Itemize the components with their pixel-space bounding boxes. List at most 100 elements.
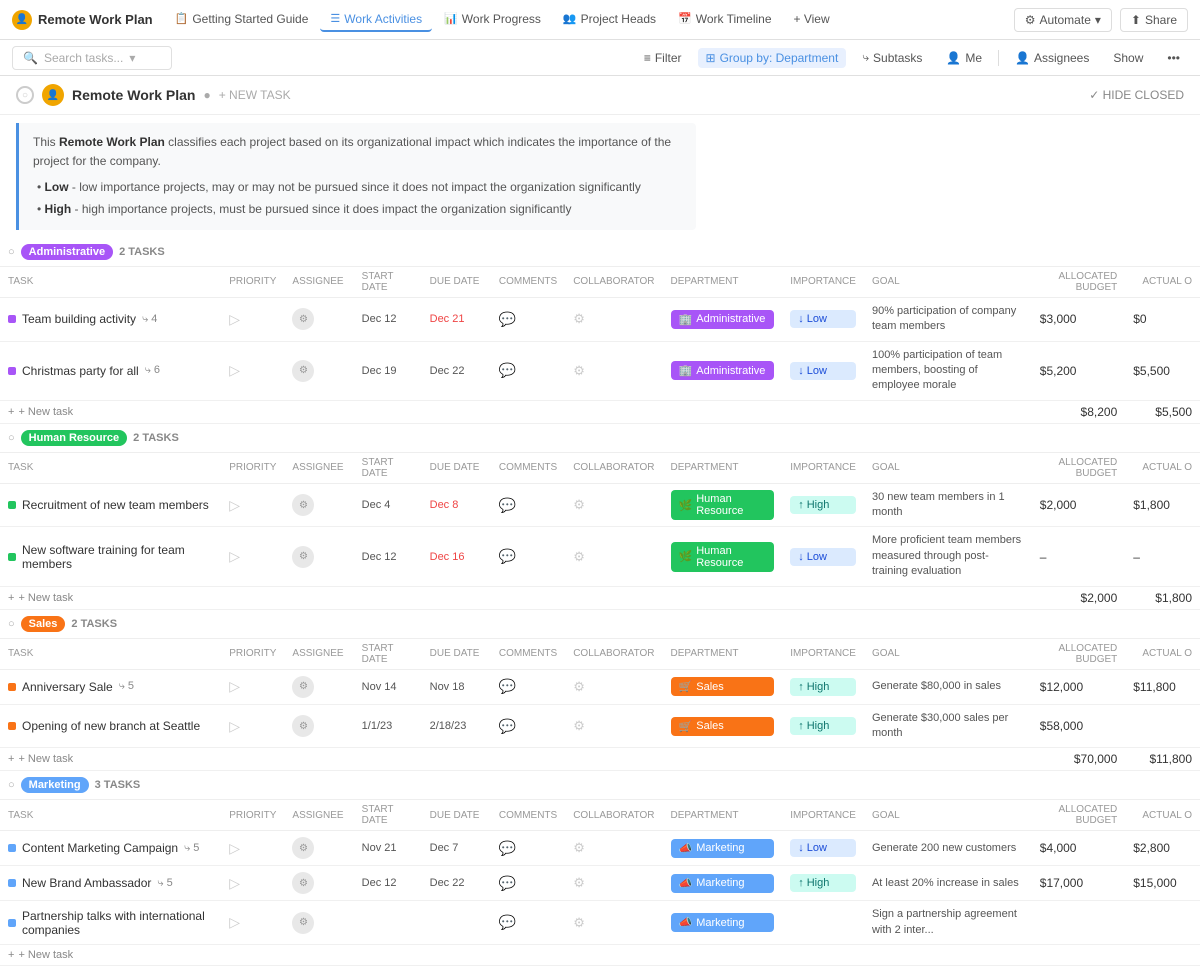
task-row-human-resource-0[interactable]: Recruitment of new team members ▷ ⚙ Dec … xyxy=(0,483,1200,527)
collab-gear-icon[interactable]: ⚙ xyxy=(573,679,585,694)
task-collab-cell[interactable]: ⚙ xyxy=(565,866,662,901)
task-assignee-cell[interactable]: ⚙ xyxy=(284,297,353,341)
task-assignee-cell[interactable]: ⚙ xyxy=(284,527,353,586)
collab-gear-icon[interactable]: ⚙ xyxy=(573,549,585,564)
assignee-avatar[interactable]: ⚙ xyxy=(292,676,314,698)
priority-icon[interactable]: ▷ xyxy=(229,678,240,694)
comment-icon[interactable]: 💬 xyxy=(499,311,516,327)
collab-gear-icon[interactable]: ⚙ xyxy=(573,915,585,930)
task-row-sales-1[interactable]: Opening of new branch at Seattle ▷ ⚙ 1/1… xyxy=(0,704,1200,748)
new-task-row-marketing[interactable]: + + New task xyxy=(0,945,1200,966)
new-task-row-administrative[interactable]: + + New task $8,200 $5,500 xyxy=(0,400,1200,423)
priority-icon[interactable]: ▷ xyxy=(229,875,240,891)
new-task-link[interactable]: + + New task xyxy=(8,753,557,765)
group-header-marketing[interactable]: ○ Marketing 3 TASKS xyxy=(0,771,1200,800)
task-collab-cell[interactable]: ⚙ xyxy=(565,704,662,748)
comment-icon[interactable]: 💬 xyxy=(499,548,516,564)
collab-gear-icon[interactable]: ⚙ xyxy=(573,718,585,733)
comment-icon[interactable]: 💬 xyxy=(499,914,516,930)
task-assignee-cell[interactable]: ⚙ xyxy=(284,669,353,704)
comment-icon[interactable]: 💬 xyxy=(499,362,516,378)
subtasks-button[interactable]: ⤷ Subtasks xyxy=(854,47,930,68)
tab-work-progress[interactable]: 📊 Work Progress xyxy=(434,8,551,32)
group-header-sales[interactable]: ○ Sales 2 TASKS xyxy=(0,609,1200,638)
tab-work-activities[interactable]: ☰ Work Activities xyxy=(320,8,432,32)
new-task-row-sales[interactable]: + + New task $70,000 $11,800 xyxy=(0,748,1200,771)
tab-view-button[interactable]: + View xyxy=(784,8,840,32)
task-comments-cell[interactable]: 💬 xyxy=(491,527,565,586)
priority-icon[interactable]: ▷ xyxy=(229,840,240,856)
priority-icon[interactable]: ▷ xyxy=(229,548,240,564)
priority-icon[interactable]: ▷ xyxy=(229,718,240,734)
collab-gear-icon[interactable]: ⚙ xyxy=(573,840,585,855)
group-expand-icon-sales[interactable]: ○ xyxy=(8,618,15,630)
task-comments-cell[interactable]: 💬 xyxy=(491,341,565,400)
task-assignee-cell[interactable]: ⚙ xyxy=(284,901,353,945)
group-expand-icon-human-resource[interactable]: ○ xyxy=(8,432,15,444)
assignee-avatar[interactable]: ⚙ xyxy=(292,715,314,737)
task-collab-cell[interactable]: ⚙ xyxy=(565,901,662,945)
task-priority-cell[interactable]: ▷ xyxy=(221,831,284,866)
new-task-link[interactable]: + + New task xyxy=(8,406,557,418)
task-row-human-resource-1[interactable]: New software training for team members ▷… xyxy=(0,527,1200,586)
task-assignee-cell[interactable]: ⚙ xyxy=(284,831,353,866)
task-row-administrative-0[interactable]: Team building activity ⤷ 4 ▷ ⚙ Dec 12 De… xyxy=(0,297,1200,341)
task-priority-cell[interactable]: ▷ xyxy=(221,866,284,901)
tab-project-heads[interactable]: 👥 Project Heads xyxy=(553,8,666,32)
task-collab-cell[interactable]: ⚙ xyxy=(565,527,662,586)
task-assignee-cell[interactable]: ⚙ xyxy=(284,483,353,527)
me-button[interactable]: 👤 Me xyxy=(938,48,990,68)
new-task-link[interactable]: + + New task xyxy=(8,949,557,961)
group-header-human-resource[interactable]: ○ Human Resource 2 TASKS xyxy=(0,423,1200,452)
task-priority-cell[interactable]: ▷ xyxy=(221,341,284,400)
hide-closed-button[interactable]: ✓ HIDE CLOSED xyxy=(1089,88,1184,102)
task-row-administrative-1[interactable]: Christmas party for all ⤷ 6 ▷ ⚙ Dec 19 D… xyxy=(0,341,1200,400)
group-header-administrative[interactable]: ○ Administrative 2 TASKS xyxy=(0,238,1200,267)
task-assignee-cell[interactable]: ⚙ xyxy=(284,341,353,400)
priority-icon[interactable]: ▷ xyxy=(229,362,240,378)
collab-gear-icon[interactable]: ⚙ xyxy=(573,497,585,512)
group-by-button[interactable]: ⊞ Group by: Department xyxy=(698,48,847,68)
task-comments-cell[interactable]: 💬 xyxy=(491,866,565,901)
new-task-button[interactable]: + NEW TASK xyxy=(219,88,291,102)
comment-icon[interactable]: 💬 xyxy=(499,718,516,734)
group-expand-icon-marketing[interactable]: ○ xyxy=(8,779,15,791)
task-collab-cell[interactable]: ⚙ xyxy=(565,483,662,527)
task-collab-cell[interactable]: ⚙ xyxy=(565,669,662,704)
task-assignee-cell[interactable]: ⚙ xyxy=(284,704,353,748)
search-input[interactable]: 🔍 Search tasks... ▾ xyxy=(12,46,172,70)
priority-icon[interactable]: ▷ xyxy=(229,497,240,513)
automate-button[interactable]: ⚙ Automate ▾ xyxy=(1014,8,1112,32)
task-collab-cell[interactable]: ⚙ xyxy=(565,341,662,400)
group-expand-icon-administrative[interactable]: ○ xyxy=(8,246,15,258)
task-comments-cell[interactable]: 💬 xyxy=(491,901,565,945)
task-priority-cell[interactable]: ▷ xyxy=(221,669,284,704)
collab-gear-icon[interactable]: ⚙ xyxy=(573,363,585,378)
assignee-avatar[interactable]: ⚙ xyxy=(292,308,314,330)
task-collab-cell[interactable]: ⚙ xyxy=(565,297,662,341)
task-priority-cell[interactable]: ▷ xyxy=(221,297,284,341)
comment-icon[interactable]: 💬 xyxy=(499,875,516,891)
filter-button[interactable]: ≡ Filter xyxy=(636,48,690,68)
task-comments-cell[interactable]: 💬 xyxy=(491,704,565,748)
task-comments-cell[interactable]: 💬 xyxy=(491,483,565,527)
collab-gear-icon[interactable]: ⚙ xyxy=(573,875,585,890)
task-comments-cell[interactable]: 💬 xyxy=(491,669,565,704)
comment-icon[interactable]: 💬 xyxy=(499,678,516,694)
task-priority-cell[interactable]: ▷ xyxy=(221,527,284,586)
comment-icon[interactable]: 💬 xyxy=(499,840,516,856)
new-task-link[interactable]: + + New task xyxy=(8,592,557,604)
task-priority-cell[interactable]: ▷ xyxy=(221,483,284,527)
more-button[interactable]: ••• xyxy=(1159,48,1188,68)
comment-icon[interactable]: 💬 xyxy=(499,497,516,513)
assignee-avatar[interactable]: ⚙ xyxy=(292,872,314,894)
task-priority-cell[interactable]: ▷ xyxy=(221,901,284,945)
assignee-avatar[interactable]: ⚙ xyxy=(292,494,314,516)
task-row-marketing-1[interactable]: New Brand Ambassador ⤷ 5 ▷ ⚙ Dec 12 Dec … xyxy=(0,866,1200,901)
priority-icon[interactable]: ▷ xyxy=(229,311,240,327)
assignee-avatar[interactable]: ⚙ xyxy=(292,360,314,382)
assignee-avatar[interactable]: ⚙ xyxy=(292,837,314,859)
tab-getting-started[interactable]: 📋 Getting Started Guide xyxy=(165,8,319,32)
show-button[interactable]: Show xyxy=(1105,48,1151,68)
task-comments-cell[interactable]: 💬 xyxy=(491,831,565,866)
